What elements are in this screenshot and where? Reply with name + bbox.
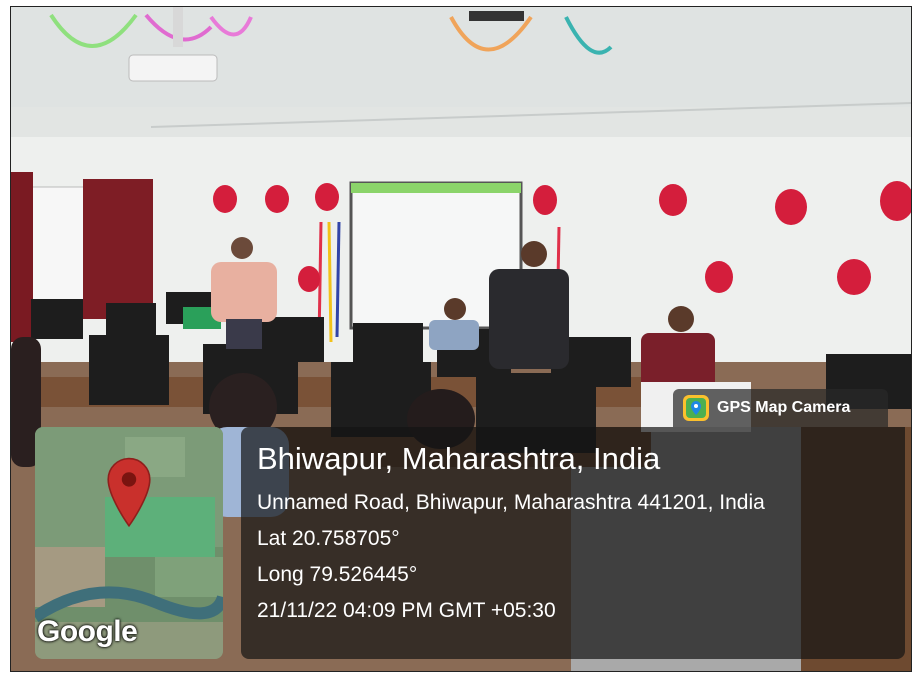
longitude-text: Long 79.526445° <box>257 563 418 586</box>
location-title: Bhiwapur, Maharashtra, India <box>257 441 661 476</box>
gps-map-camera-app-icon <box>683 395 709 421</box>
latitude-text: Lat 20.758705° <box>257 527 400 550</box>
google-logo: Google <box>37 615 138 648</box>
location-map-thumbnail: Google <box>35 427 223 659</box>
app-badge: GPS Map Camera <box>673 389 888 427</box>
app-name-label: GPS Map Camera <box>717 399 851 416</box>
address-text: Unnamed Road, Bhiwapur, Maharashtra 4412… <box>257 491 765 514</box>
datetime-text: 21/11/22 04:09 PM GMT +05:30 <box>257 599 556 622</box>
photo-frame: GPS Map Camera Google Bhiwapur, Maharash… <box>10 6 912 672</box>
map-pin-icon <box>107 457 151 528</box>
location-info-panel: Bhiwapur, Maharashtra, India Unnamed Roa… <box>241 427 905 659</box>
